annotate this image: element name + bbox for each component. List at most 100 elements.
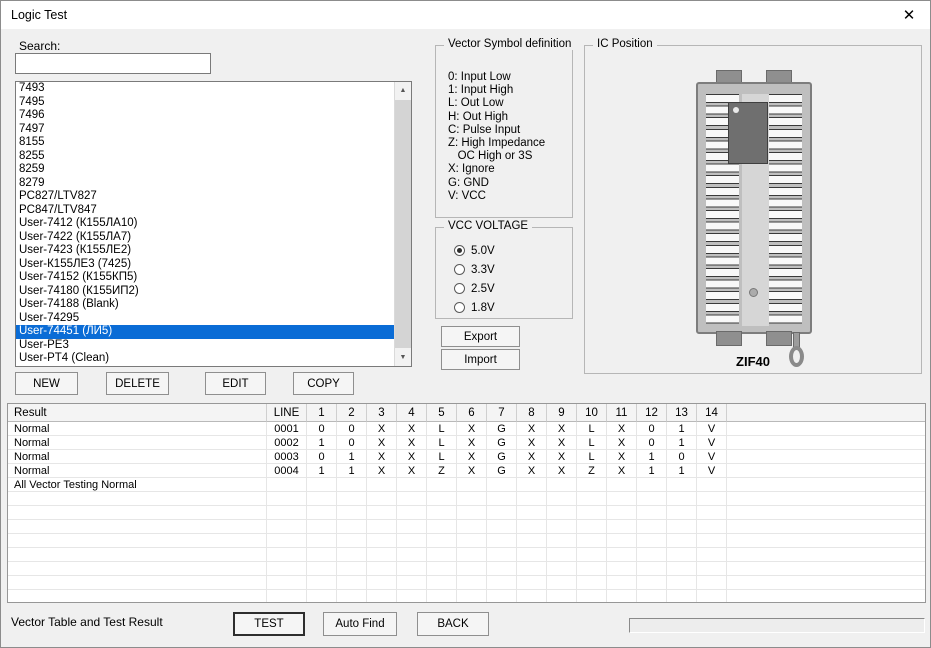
vector-symbol-lines: 0: Input Low1: Input HighL: Out LowH: Ou… [448,71,545,203]
table-row[interactable]: Normal000210XXLXGXXLX01V [8,436,925,450]
list-item[interactable]: User-74295 [16,312,394,326]
list-item[interactable]: User-К155ЛЕ3 (7425) [16,258,394,272]
list-item[interactable]: User-74451 (ЛИ5) [16,325,394,339]
empty-row[interactable] [8,506,925,520]
list-item[interactable]: 8259 [16,163,394,177]
value-cell [547,520,577,534]
column-header[interactable]: 13 [667,404,697,422]
empty-row[interactable] [8,534,925,548]
value-cell [547,492,577,506]
title-bar: Logic Test ✕ [1,1,930,29]
column-header[interactable]: 10 [577,404,607,422]
vcc-option[interactable]: 1.8V [454,298,495,317]
value-cell [637,520,667,534]
list-item[interactable]: User-PE3 [16,339,394,353]
empty-row[interactable] [8,562,925,576]
value-cell: L [427,436,457,450]
list-item[interactable]: 8279 [16,177,394,191]
test-button[interactable]: TEST [233,612,305,636]
import-button[interactable]: Import [441,349,520,370]
list-item[interactable]: User-74152 (К155КП5) [16,271,394,285]
list-item[interactable]: User-74188 (Blank) [16,298,394,312]
close-icon[interactable]: ✕ [898,5,920,25]
empty-row[interactable] [8,576,925,590]
value-cell [577,492,607,506]
vcc-option[interactable]: 2.5V [454,279,495,298]
vcc-option-label: 5.0V [471,245,495,257]
list-item[interactable]: User-PT4 (Clean) [16,352,394,366]
value-cell: X [607,422,637,436]
list-item[interactable]: 8155 [16,136,394,150]
value-cell: 1 [307,464,337,478]
column-header[interactable]: 12 [637,404,667,422]
list-item[interactable]: User-7412 (К155ЛА10) [16,217,394,231]
value-cell: G [487,464,517,478]
list-item[interactable]: PC827/LTV827 [16,190,394,204]
list-item[interactable]: 7497 [16,123,394,137]
column-header[interactable]: 1 [307,404,337,422]
copy-button[interactable]: COPY [293,372,354,395]
list-item[interactable]: 7493 [16,82,394,96]
column-header[interactable]: 11 [607,404,637,422]
window-title: Logic Test [11,8,67,22]
empty-row[interactable] [8,590,925,603]
edit-button[interactable]: EDIT [205,372,266,395]
vcc-option[interactable]: 5.0V [454,241,495,260]
value-cell: G [487,450,517,464]
table-row[interactable]: Normal000411XXZXGXXZX11V [8,464,925,478]
chip-list[interactable]: ▲ ▼ 74937495749674978155825582598279PC82… [15,81,412,367]
list-scrollbar[interactable]: ▲ ▼ [394,82,411,366]
delete-button[interactable]: DELETE [106,372,169,395]
column-header[interactable]: 8 [517,404,547,422]
value-cell: 0 [637,436,667,450]
value-cell: Z [577,464,607,478]
line-cell: 0003 [267,450,307,464]
list-item[interactable]: User-7423 (К155ЛЕ2) [16,244,394,258]
column-header[interactable]: 4 [397,404,427,422]
column-header[interactable]: Result [8,404,267,422]
logic-test-dialog: Logic Test ✕ Search: ▲ ▼ 749374957496749… [0,0,931,648]
value-cell: L [427,450,457,464]
value-cell [427,548,457,562]
value-cell: X [397,422,427,436]
vcc-option[interactable]: 3.3V [454,260,495,279]
export-button[interactable]: Export [441,326,520,347]
list-item[interactable]: 8255 [16,150,394,164]
scrollbar-thumb[interactable] [395,100,411,348]
value-cell: X [607,436,637,450]
empty-row[interactable] [8,492,925,506]
auto-find-button[interactable]: Auto Find [323,612,397,636]
column-header[interactable]: 14 [697,404,727,422]
chip-pin1-dot [733,107,739,113]
summary-row[interactable]: All Vector Testing Normal [8,478,925,492]
list-item[interactable]: 7496 [16,109,394,123]
table-row[interactable]: Normal000100XXLXGXXLX01V [8,422,925,436]
scroll-down-icon[interactable]: ▼ [395,349,411,366]
new-button[interactable]: NEW [15,372,78,395]
value-cell: X [517,450,547,464]
empty-row[interactable] [8,548,925,562]
progress-bar [629,618,925,633]
list-item[interactable]: User-7422 (К155ЛА7) [16,231,394,245]
search-input[interactable] [15,53,211,74]
column-header[interactable]: 3 [367,404,397,422]
column-header[interactable]: 6 [457,404,487,422]
column-header[interactable]: 2 [337,404,367,422]
line-cell [267,478,307,492]
scroll-up-icon[interactable]: ▲ [395,82,411,99]
empty-row[interactable] [8,520,925,534]
line-cell [267,590,307,603]
list-item[interactable]: 7495 [16,96,394,110]
column-header[interactable]: 9 [547,404,577,422]
list-item[interactable]: User-74180 (К155ИП2) [16,285,394,299]
result-cell: Normal [8,450,267,464]
list-item[interactable]: PC847/LTV847 [16,204,394,218]
column-header[interactable]: 7 [487,404,517,422]
value-cell [367,478,397,492]
column-header[interactable]: 5 [427,404,457,422]
back-button[interactable]: BACK [417,612,489,636]
value-cell [487,520,517,534]
value-cell: 0 [307,450,337,464]
column-header[interactable]: LINE [267,404,307,422]
table-row[interactable]: Normal000301XXLXGXXLX10V [8,450,925,464]
